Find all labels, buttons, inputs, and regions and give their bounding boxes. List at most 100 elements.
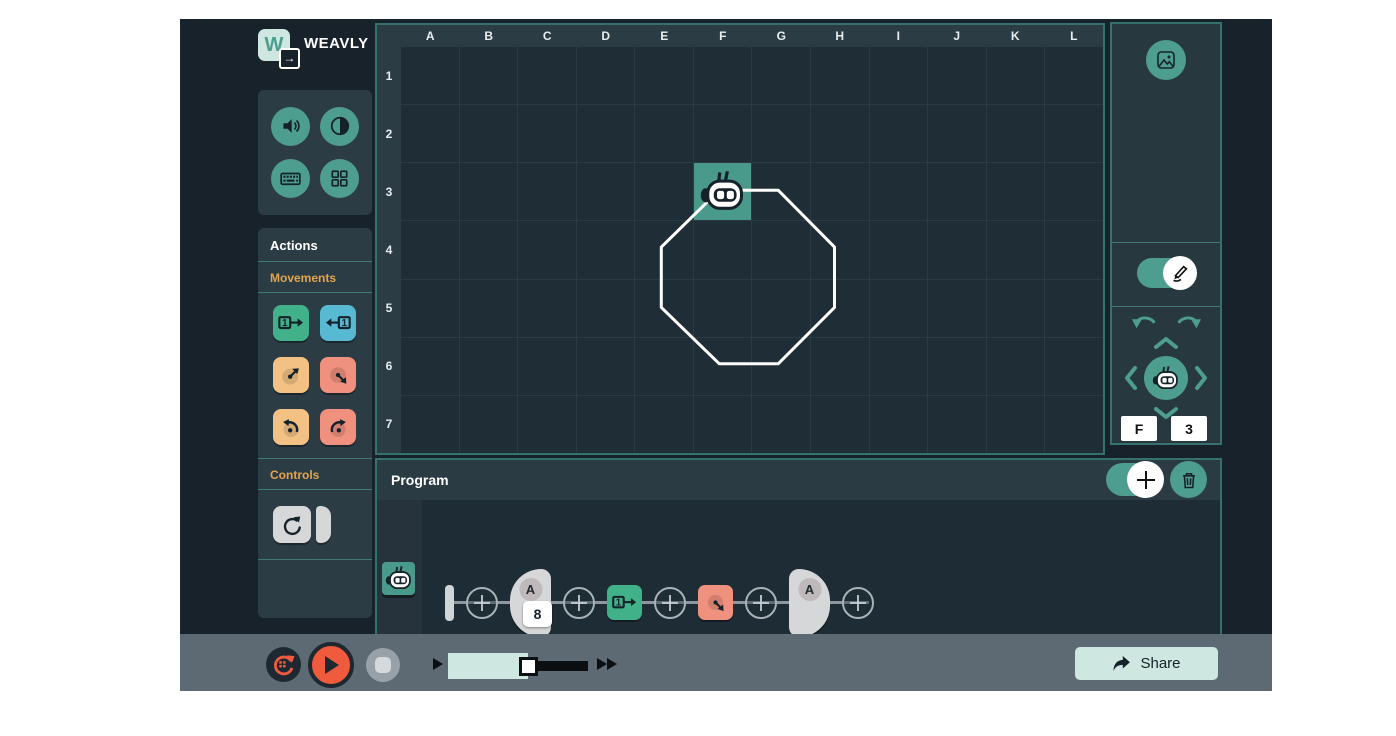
- scene-row-labels: 1234567: [377, 47, 401, 453]
- palette-block-turn-right-90[interactable]: [320, 409, 356, 445]
- add-node-toggle[interactable]: [1106, 463, 1162, 496]
- play-icon: [321, 654, 341, 676]
- column-label: K: [986, 25, 1045, 47]
- svg-text:1: 1: [616, 598, 622, 609]
- play-button[interactable]: [308, 642, 354, 688]
- move-left-button[interactable]: [1124, 365, 1138, 391]
- grid-cell: [928, 47, 986, 104]
- column-label: C: [518, 25, 577, 47]
- background-image-button[interactable]: [1146, 40, 1186, 80]
- stop-button[interactable]: [366, 648, 400, 682]
- turn-right-90-icon: [323, 412, 353, 442]
- grid-cell: [401, 105, 459, 162]
- share-button[interactable]: Share: [1075, 647, 1218, 680]
- grid-cell: [460, 47, 518, 104]
- redo-button[interactable]: [1174, 312, 1201, 330]
- add-node-button[interactable]: [745, 587, 777, 619]
- palette-block-loop[interactable]: [258, 490, 372, 543]
- program-header: Program: [377, 460, 1220, 500]
- keyboard-button[interactable]: [271, 159, 310, 198]
- speed-slider-thumb[interactable]: [519, 657, 538, 676]
- robot-icon: [384, 565, 414, 592]
- grid-cell: [752, 396, 810, 453]
- weavly-logo-icon: W →: [258, 29, 296, 67]
- grid-cell: [460, 105, 518, 162]
- grid-cell: [460, 338, 518, 395]
- row-label: 4: [377, 221, 401, 279]
- character-facing-control[interactable]: [1144, 356, 1188, 400]
- scene-grid: [401, 47, 1103, 453]
- grid-cell: [928, 338, 986, 395]
- palette-block-turn-right-45[interactable]: [320, 357, 356, 393]
- palette-block-turn-left-90[interactable]: [273, 409, 309, 445]
- page: W → WEAVLY Actions M: [0, 0, 1396, 736]
- loop-iterations-input[interactable]: 8: [523, 601, 552, 627]
- grid-cell: [518, 47, 576, 104]
- grid-cell: [635, 280, 693, 337]
- grid-cell: [752, 338, 810, 395]
- pen-toggle[interactable]: [1137, 258, 1195, 288]
- grid-cell: [870, 221, 928, 278]
- grid-cell: [518, 280, 576, 337]
- character-column-value[interactable]: F: [1121, 416, 1157, 441]
- weavly-app: W → WEAVLY Actions M: [180, 19, 1272, 691]
- grid-cell: [401, 163, 459, 220]
- grid-cell: [811, 396, 869, 453]
- row-label: 5: [377, 279, 401, 337]
- grid-cell: [635, 163, 693, 220]
- grid-cell: [1045, 163, 1103, 220]
- column-label: A: [401, 25, 460, 47]
- move-up-button[interactable]: [1153, 336, 1179, 350]
- refresh-button[interactable]: [266, 647, 301, 682]
- grid-cell: [987, 105, 1045, 162]
- grid-cell: [928, 163, 986, 220]
- program-block-loop-start[interactable]: A8: [510, 569, 551, 637]
- add-node-button[interactable]: [466, 587, 498, 619]
- add-node-button[interactable]: [563, 587, 595, 619]
- loop-label: A: [519, 578, 542, 601]
- grid-cell: [870, 396, 928, 453]
- grid-cell: [577, 338, 635, 395]
- audio-button[interactable]: [271, 107, 310, 146]
- share-icon: [1112, 656, 1130, 672]
- grid-cell: [401, 280, 459, 337]
- scene-column-labels: ABCDEFGHIJKL: [401, 25, 1103, 47]
- program-block-forward-1[interactable]: 1: [607, 585, 642, 620]
- grid-cell: [401, 396, 459, 453]
- svg-text:1: 1: [341, 318, 347, 329]
- program-block-loop-end[interactable]: A: [789, 569, 830, 637]
- app-logo: W → WEAVLY: [258, 29, 369, 67]
- grid-cell: [987, 280, 1045, 337]
- add-node-button[interactable]: [654, 587, 686, 619]
- palette-title: Actions: [258, 228, 372, 261]
- undo-button[interactable]: [1132, 312, 1159, 330]
- grid-cell: [870, 105, 928, 162]
- add-node-button[interactable]: [842, 587, 874, 619]
- palette-block-forward-1[interactable]: 1: [273, 305, 309, 341]
- grid-cell: [694, 47, 752, 104]
- layout-button[interactable]: [320, 159, 359, 198]
- forward-1-icon: 1: [276, 308, 306, 338]
- delete-all-button[interactable]: [1170, 461, 1207, 498]
- brand-name: WEAVLY: [304, 35, 369, 52]
- movements-label: Movements: [258, 262, 372, 292]
- row-label: 3: [377, 163, 401, 221]
- speed-slider[interactable]: [448, 653, 588, 679]
- program-character-chip: [382, 562, 415, 595]
- program-block-turn-right-45[interactable]: [698, 585, 733, 620]
- move-right-button[interactable]: [1194, 365, 1208, 391]
- character-row-value[interactable]: 3: [1171, 416, 1207, 441]
- grid-cell: [928, 221, 986, 278]
- palette-block-backward-1[interactable]: 1: [320, 305, 356, 341]
- scene: ABCDEFGHIJKL 1234567: [375, 23, 1105, 455]
- palette-block-turn-left-45[interactable]: [273, 357, 309, 393]
- grid-cell: [401, 47, 459, 104]
- row-label: 7: [377, 395, 401, 453]
- contrast-button[interactable]: [320, 107, 359, 146]
- grid-cell: [577, 221, 635, 278]
- grid-cell: [811, 163, 869, 220]
- robot-icon: [1151, 365, 1181, 392]
- grid-cell: [401, 221, 459, 278]
- grid-cell: [1045, 280, 1103, 337]
- grid-cell: [811, 105, 869, 162]
